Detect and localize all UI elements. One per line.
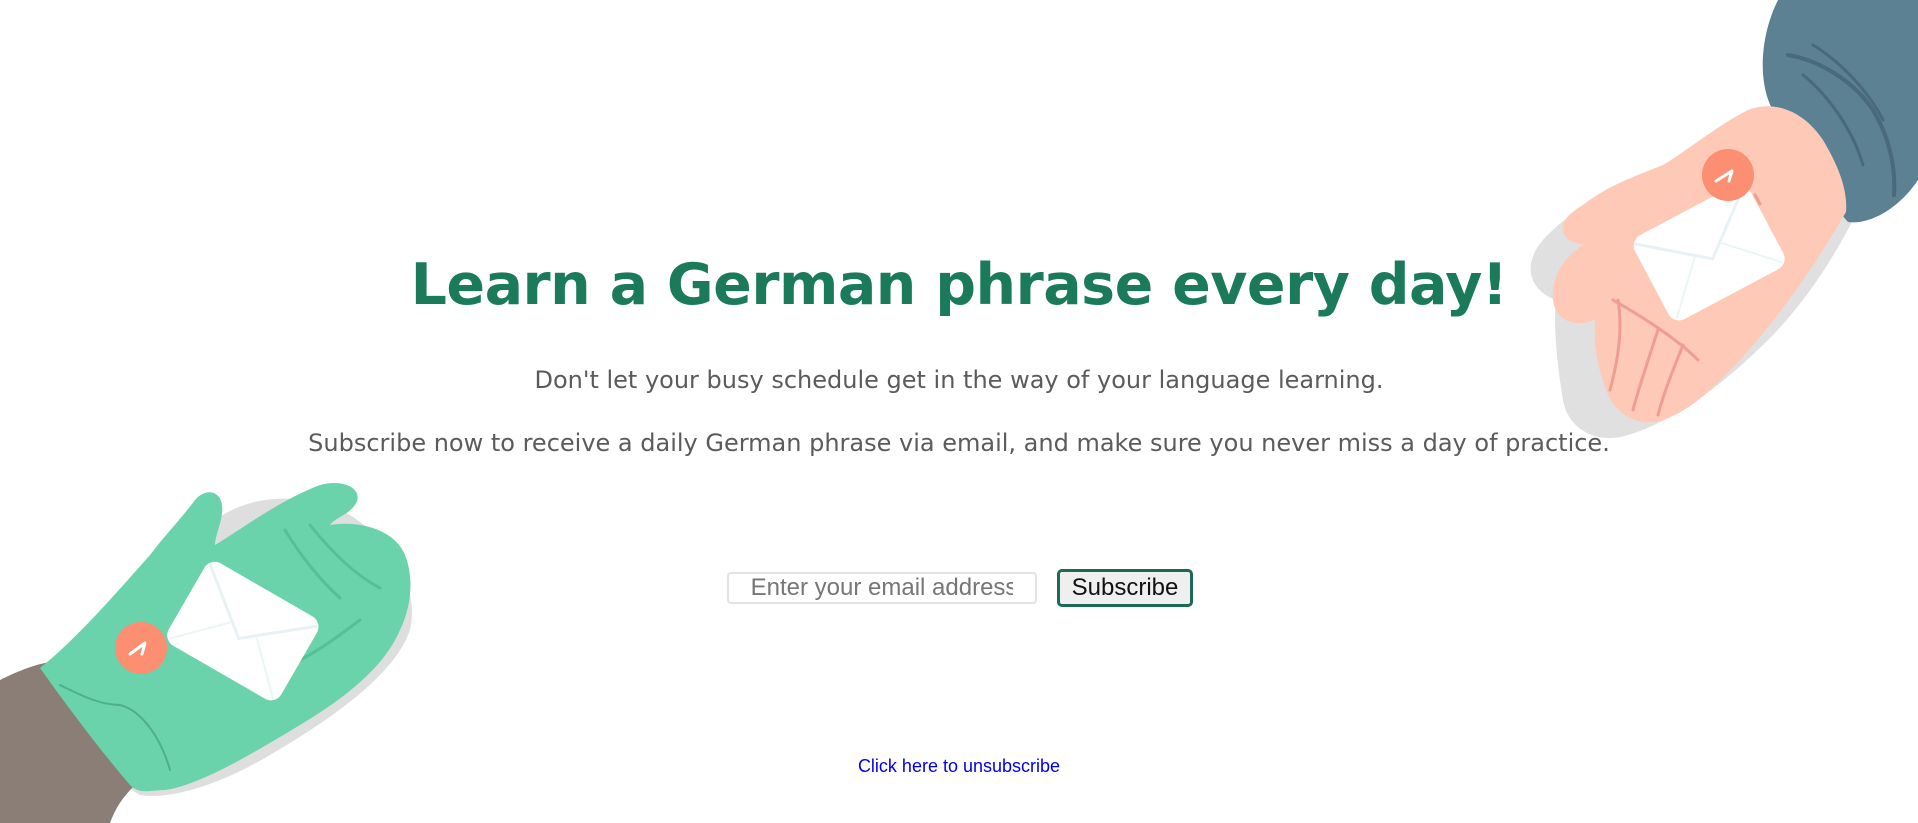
email-input[interactable] — [726, 572, 1037, 604]
subscribe-form: Subscribe — [0, 569, 1918, 607]
hand-holding-envelope-icon — [1530, 0, 1918, 439]
intro-paragraph: Don't let your busy schedule get in the … — [534, 366, 1384, 394]
page-title: Learn a German phrase every day! — [410, 252, 1508, 318]
subscription-page: Learn a German phrase every day! Don't l… — [0, 0, 1918, 823]
subscribe-paragraph: Subscribe now to receive a daily German … — [308, 429, 1610, 457]
unsubscribe-link[interactable]: Click here to unsubscribe — [858, 756, 1060, 776]
subscribe-button[interactable]: Subscribe — [1056, 569, 1194, 607]
unsubscribe-row: Click here to unsubscribe — [0, 756, 1918, 777]
